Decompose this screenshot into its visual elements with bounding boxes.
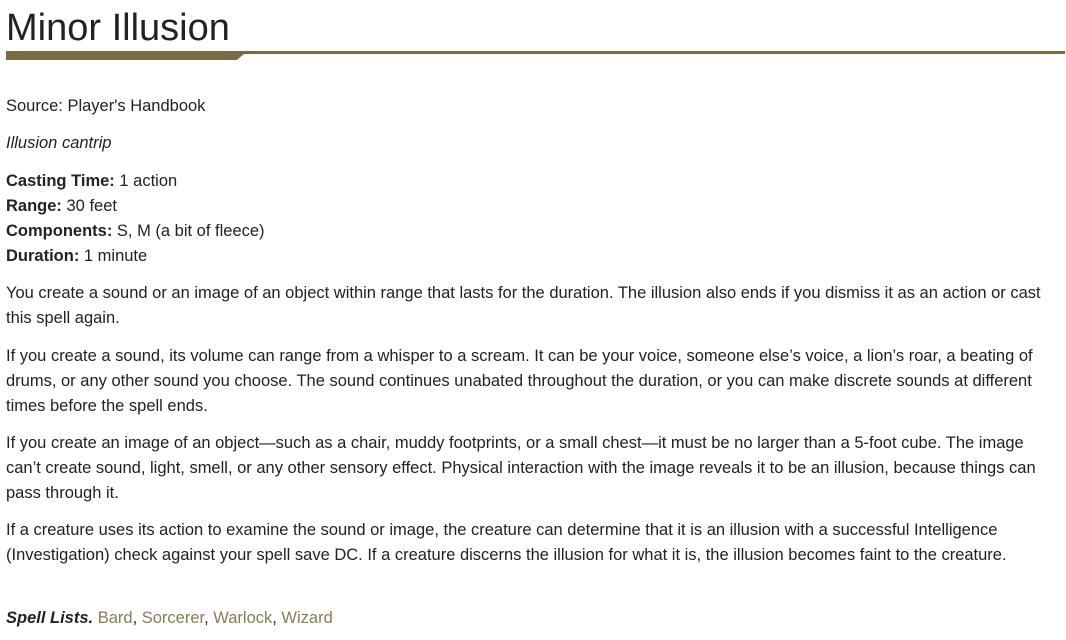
class-link-warlock[interactable]: Warlock	[213, 609, 272, 627]
class-link-sorcerer[interactable]: Sorcerer	[142, 609, 204, 627]
title-divider	[6, 51, 1065, 61]
class-link-wizard[interactable]: Wizard	[281, 609, 332, 627]
stat-label: Casting Time:	[6, 172, 115, 190]
spell-lists: Spell Lists. Bard, Sorcerer, Warlock, Wi…	[6, 606, 333, 631]
stat-label: Range:	[6, 197, 62, 215]
description-paragraph: If you create an image of an object—such…	[6, 434, 1036, 502]
stat-value: 30 feet	[61, 197, 117, 215]
spell-lists-label: Spell Lists.	[6, 609, 94, 627]
stat-value: S, M (a bit of fleece)	[112, 222, 265, 240]
spell-stats: Casting Time: 1 action Range: 30 feet Co…	[6, 169, 265, 269]
description-paragraph: If you create a sound, its volume can ra…	[6, 347, 1033, 415]
stat-label: Components:	[6, 222, 113, 240]
spell-source: Source: Player's Handbook	[6, 97, 206, 115]
stat-value: 1 minute	[79, 247, 148, 265]
stat-label: Duration:	[6, 247, 80, 265]
page-title: Minor Illusion	[6, 7, 230, 49]
class-link-bard[interactable]: Bard	[98, 609, 133, 627]
stat-casting-time: Casting Time: 1 action	[6, 169, 265, 194]
title-divider-line	[6, 51, 1065, 54]
list-separator: ,	[132, 609, 142, 627]
title-divider-tab	[6, 54, 244, 60]
spell-page: Minor Illusion Source: Player's Handbook…	[6, 0, 1065, 627]
description-paragraph: If a creature uses its action to examine…	[6, 521, 1007, 564]
stat-range: Range: 30 feet	[6, 194, 265, 219]
list-separator: ,	[204, 609, 214, 627]
stat-duration: Duration: 1 minute	[6, 244, 265, 269]
stat-value: 1 action	[114, 172, 178, 190]
description-paragraph: You create a sound or an image of an obj…	[6, 284, 1041, 327]
spell-school: Illusion cantrip	[6, 134, 112, 152]
stat-components: Components: S, M (a bit of fleece)	[6, 219, 265, 244]
